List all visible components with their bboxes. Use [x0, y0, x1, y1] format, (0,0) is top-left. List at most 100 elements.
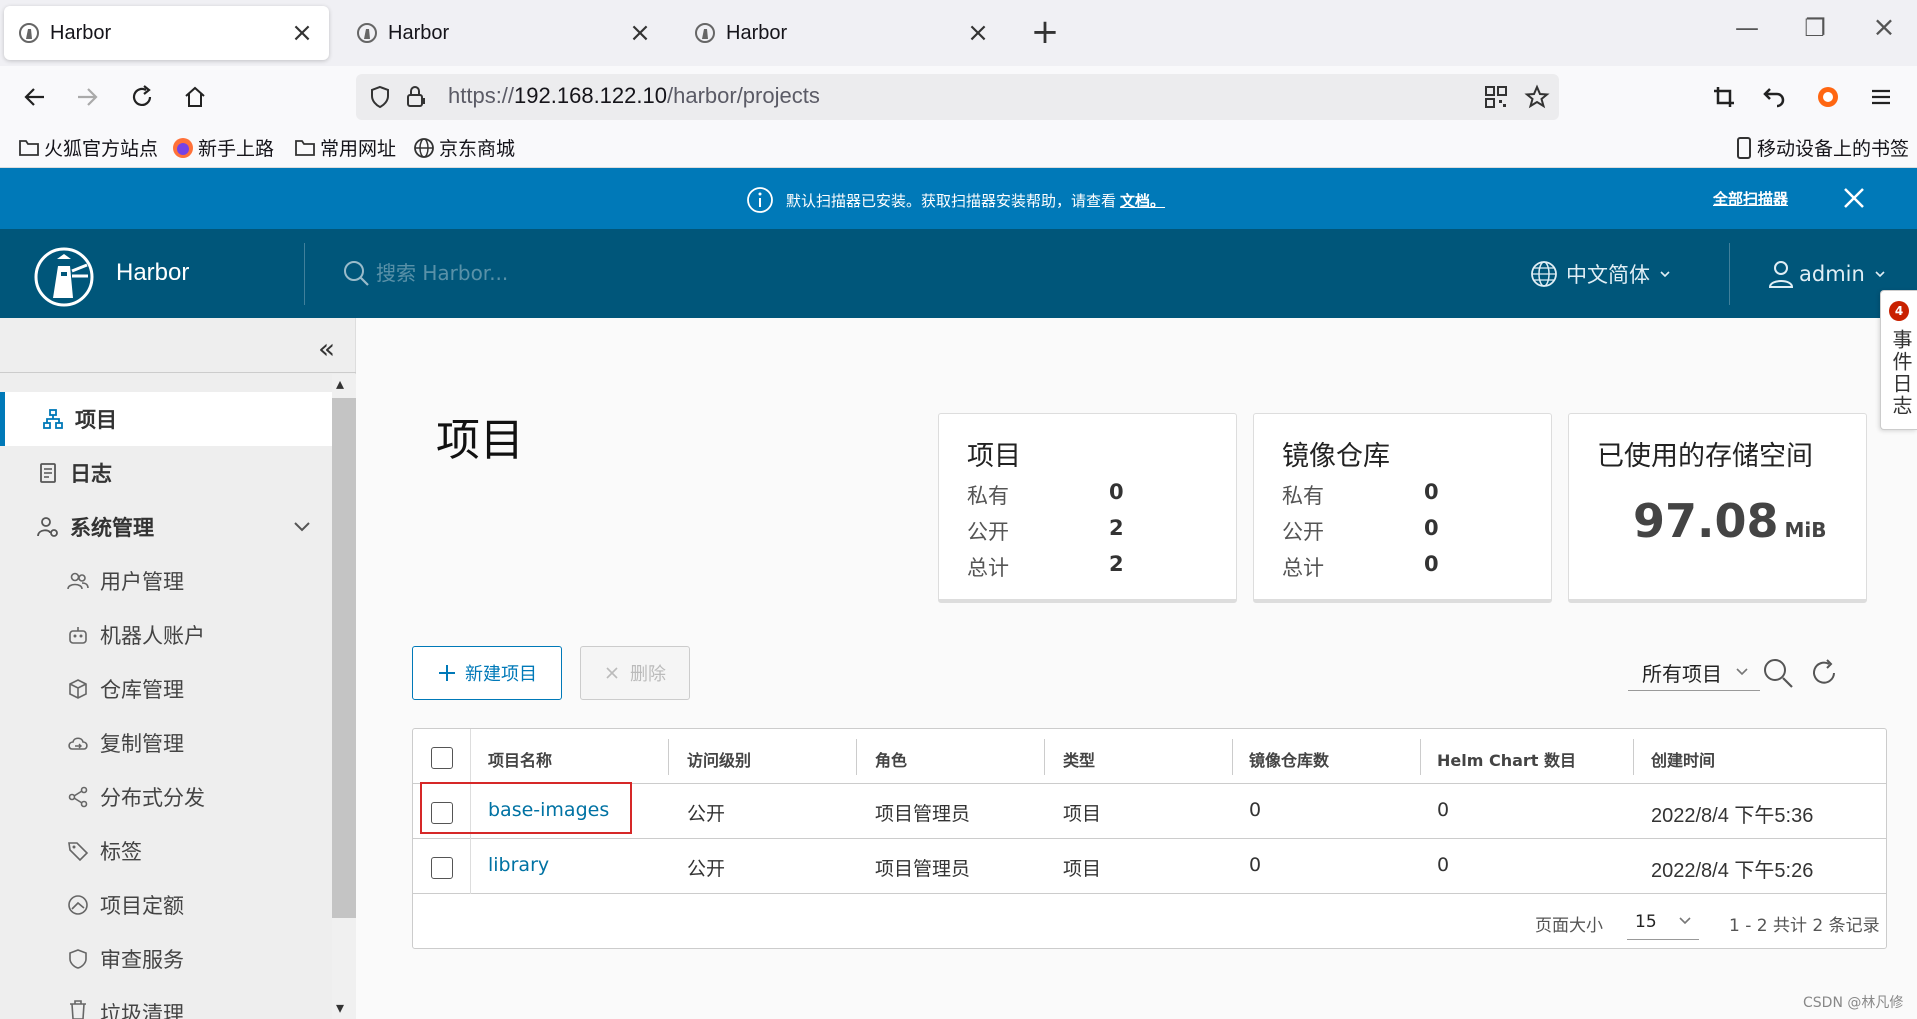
refresh-icon[interactable]: [1808, 657, 1840, 689]
sidebar-item-projects[interactable]: 项目: [0, 392, 332, 446]
all-scanners-link[interactable]: 全部扫描器: [1713, 188, 1788, 209]
project-name-link[interactable]: base-images: [488, 799, 609, 821]
home-button[interactable]: [174, 76, 216, 118]
language-selector[interactable]: 中文简体: [1530, 259, 1672, 289]
page-size-select[interactable]: 15: [1627, 904, 1699, 940]
row-key: 私有: [1282, 484, 1324, 508]
event-log-tab[interactable]: 4 事件日志: [1880, 290, 1917, 430]
tab-close-icon[interactable]: ×: [289, 18, 315, 48]
table-row: base-images 公开 项目管理员 项目 0 0 2022/8/4 下午5…: [413, 782, 1886, 839]
bookmark-item[interactable]: 火狐官方站点: [18, 134, 158, 161]
folder-icon: [295, 139, 315, 156]
sidebar-item-label: 项目: [75, 408, 117, 432]
bookmark-item[interactable]: 新手上路: [172, 134, 274, 161]
sidebar-item-labels[interactable]: 标签: [0, 824, 332, 878]
replication-icon: [66, 731, 90, 755]
delete-button[interactable]: 删除: [580, 646, 690, 700]
lock-warning-icon[interactable]: [404, 84, 430, 110]
column-header-repo-count[interactable]: 镜像仓库数: [1249, 747, 1329, 771]
banner-docs-link[interactable]: 文档。: [1120, 190, 1165, 211]
project-name-link[interactable]: library: [488, 854, 549, 876]
restore-icon[interactable]: ❐: [1795, 14, 1835, 42]
browser-navbar: https://192.168.122.10/harbor/projects: [0, 66, 1917, 128]
browser-tab-3[interactable]: Harbor ×: [680, 6, 1005, 60]
sidebar-item-gc[interactable]: 垃圾清理: [0, 986, 332, 1019]
sidebar-item-quotas[interactable]: 项目定额: [0, 878, 332, 932]
window-close-icon[interactable]: ×: [1864, 10, 1904, 43]
browser-tabbar: Harbor × Harbor × Harbor × + — ❐ ×: [0, 0, 1917, 66]
column-header-role[interactable]: 角色: [875, 747, 907, 771]
new-project-button[interactable]: 新建项目: [412, 646, 562, 700]
bookmark-item[interactable]: 京东商城: [413, 134, 515, 161]
projects-icon: [41, 407, 65, 431]
reload-button[interactable]: [121, 76, 163, 118]
back-button[interactable]: [14, 76, 56, 118]
cell-role: 项目管理员: [875, 858, 971, 880]
browser-tab-1[interactable]: Harbor ×: [4, 6, 329, 60]
app-brand[interactable]: Harbor: [116, 259, 189, 287]
collapse-sidebar-icon[interactable]: «: [318, 332, 335, 365]
menu-button[interactable]: [1860, 76, 1902, 118]
column-header-created[interactable]: 创建时间: [1651, 747, 1715, 771]
users-icon: [66, 569, 90, 593]
sidebar-item-users[interactable]: 用户管理: [0, 554, 332, 608]
sidebar-item-logs[interactable]: 日志: [0, 446, 332, 500]
table-footer: 页面大小 15 1 - 2 共计 2 条记录: [413, 894, 1886, 949]
select-all-checkbox[interactable]: [431, 747, 453, 769]
sidebar-item-replications[interactable]: 复制管理: [0, 716, 332, 770]
url-path: /harbor/projects: [666, 83, 820, 108]
user-menu[interactable]: admin: [1767, 259, 1887, 289]
column-divider: [470, 729, 471, 784]
scrollbar-thumb[interactable]: [332, 398, 356, 918]
column-header-name[interactable]: 项目名称: [488, 747, 552, 771]
search-icon[interactable]: [1762, 657, 1794, 689]
browser-tab-2[interactable]: Harbor ×: [342, 6, 667, 60]
tab-close-icon[interactable]: ×: [627, 18, 653, 48]
sidebar-item-administration[interactable]: 系统管理: [0, 500, 332, 554]
bookmark-star-icon[interactable]: [1524, 84, 1550, 110]
filter-value: 所有项目: [1642, 662, 1722, 686]
search-input[interactable]: [376, 261, 656, 285]
sidebar-item-label: 标签: [100, 840, 142, 864]
row-checkbox[interactable]: [431, 857, 453, 879]
banner-text: 默认扫描器已安装。获取扫描器安装帮助，请查看: [786, 191, 1117, 210]
scroll-down-icon[interactable]: ▾: [336, 998, 344, 1017]
extension-button[interactable]: [1807, 76, 1849, 118]
qr-code-icon[interactable]: [1484, 85, 1508, 109]
tab-close-icon[interactable]: ×: [965, 18, 991, 48]
forward-button[interactable]: [66, 76, 108, 118]
screenshot-button[interactable]: [1703, 76, 1745, 118]
share-icon: [66, 785, 90, 809]
column-header-chart-count[interactable]: Helm Chart 数目: [1437, 747, 1576, 771]
harbor-logo-icon[interactable]: [33, 246, 95, 308]
global-search[interactable]: [342, 259, 656, 287]
sidebar-item-distributions[interactable]: 分布式分发: [0, 770, 332, 824]
scroll-up-icon[interactable]: ▴: [336, 374, 344, 393]
card-title: 镜像仓库: [1282, 441, 1390, 472]
project-filter-select[interactable]: 所有项目: [1628, 655, 1760, 691]
new-tab-button[interactable]: +: [1025, 12, 1065, 52]
card-title: 已使用的存储空间: [1597, 441, 1813, 472]
url-bar[interactable]: https://192.168.122.10/harbor/projects: [356, 74, 1559, 120]
sidebar-item-interrogation[interactable]: 审查服务: [0, 932, 332, 986]
undo-button[interactable]: [1753, 76, 1795, 118]
column-divider: [1232, 739, 1233, 775]
cell-role: 项目管理员: [875, 803, 971, 825]
column-header-type[interactable]: 类型: [1063, 747, 1095, 771]
bookmark-item[interactable]: 常用网址: [294, 134, 396, 161]
minimize-icon[interactable]: —: [1727, 14, 1767, 42]
shield-tracking-icon[interactable]: [368, 85, 392, 109]
sidebar-item-robot-accounts[interactable]: 机器人账户: [0, 608, 332, 662]
sidebar-scrollbar[interactable]: ▴ ▾: [332, 374, 356, 1019]
chevron-down-icon: [1875, 271, 1885, 278]
logs-icon: [36, 461, 60, 485]
page-size-label: 页面大小: [1535, 916, 1603, 936]
row-key: 总计: [967, 556, 1009, 580]
sidebar-item-registries[interactable]: 仓库管理: [0, 662, 332, 716]
column-header-access[interactable]: 访问级别: [687, 747, 751, 771]
card-row-total: 总计 2: [967, 552, 1207, 582]
folder-icon: [19, 139, 39, 156]
banner-close-icon[interactable]: [1836, 180, 1872, 216]
card-row-private: 私有 0: [967, 480, 1207, 510]
mobile-bookmarks[interactable]: 移动设备上的书签: [1735, 134, 1909, 161]
